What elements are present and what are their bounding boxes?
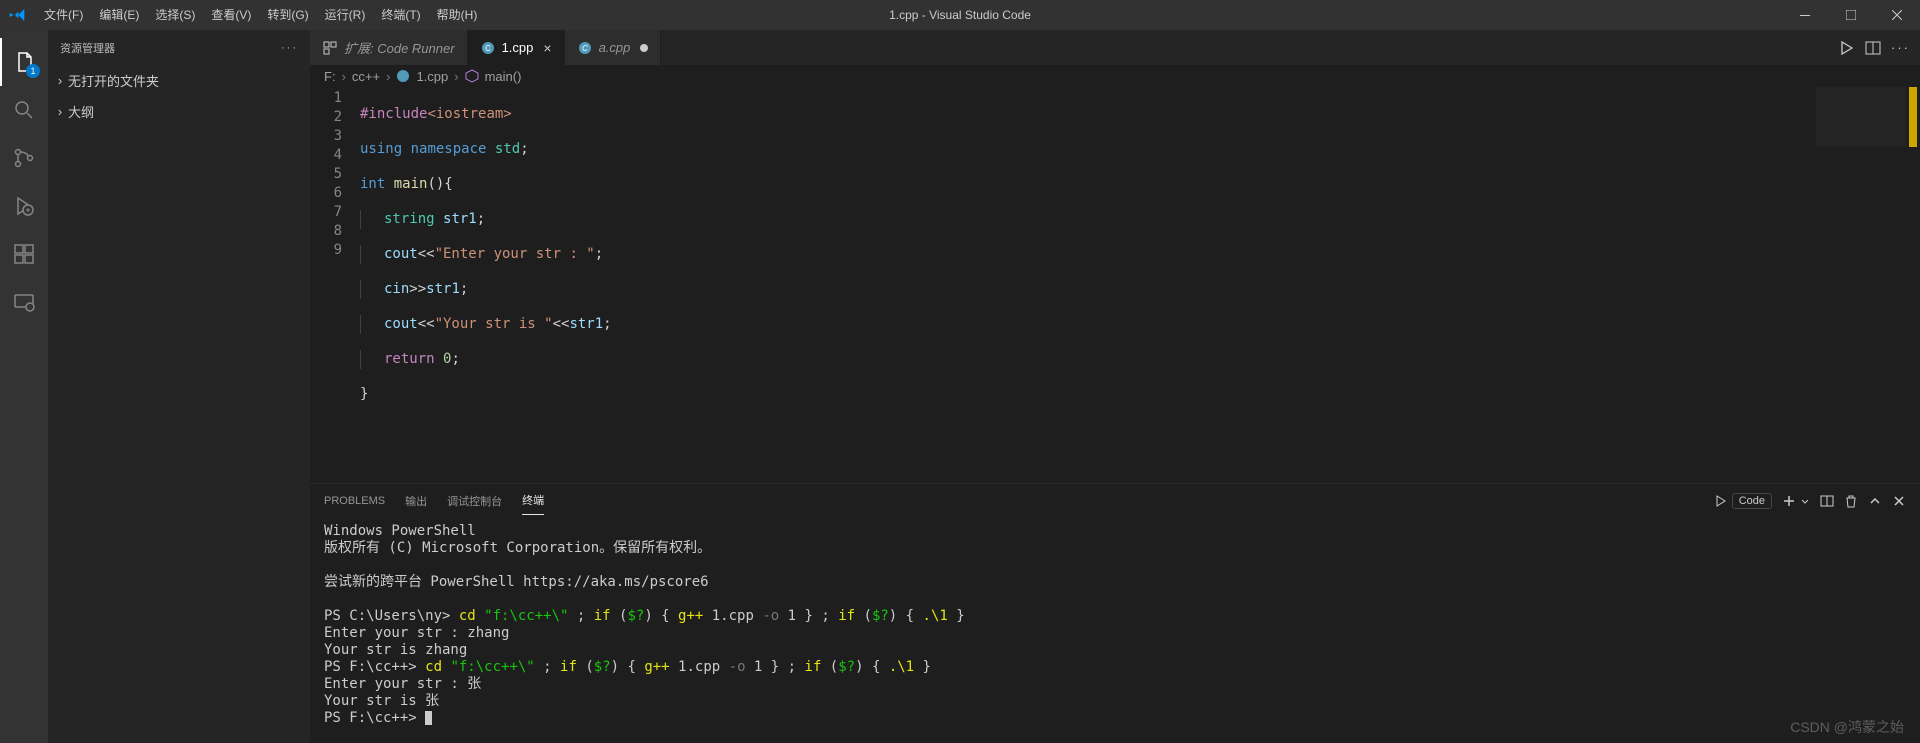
chevron-right-icon: ›: [454, 69, 458, 84]
tab-label: 1.cpp: [502, 40, 534, 55]
remote-icon[interactable]: [0, 278, 48, 326]
kill-terminal-icon[interactable]: [1844, 494, 1858, 508]
tab-label: 扩展: Code Runner: [344, 38, 455, 57]
cpp-file-icon: [396, 69, 410, 83]
sidebar-section-outline[interactable]: › 大纲: [48, 96, 310, 127]
sidebar-section-nofolder[interactable]: › 无打开的文件夹: [48, 65, 310, 96]
cpp-file-icon: C: [577, 40, 593, 56]
close-button[interactable]: [1874, 0, 1920, 30]
sidebar: 资源管理器 ··· › 无打开的文件夹 › 大纲: [48, 30, 310, 743]
tab-extension[interactable]: 扩展: Code Runner: [310, 30, 468, 65]
modified-dot-icon: [640, 44, 648, 52]
breadcrumb[interactable]: F: › cc++ › 1.cpp › main(): [310, 65, 1920, 87]
editor-area: 扩展: Code Runner C 1.cpp × C a.cpp ··· F:…: [310, 30, 1920, 743]
source-control-icon[interactable]: [0, 134, 48, 182]
cpp-file-icon: C: [480, 40, 496, 56]
main-area: 1 资源管理器 ··· › 无打开的文件夹: [0, 30, 1920, 743]
maximize-panel-icon[interactable]: [1868, 494, 1882, 508]
chevron-right-icon: ›: [52, 73, 68, 88]
menu-file[interactable]: 文件(F): [36, 0, 91, 30]
more-icon[interactable]: ···: [1891, 40, 1910, 55]
sidebar-title: 资源管理器: [60, 40, 115, 56]
breadcrumb-part[interactable]: 1.cpp: [416, 69, 448, 84]
method-icon: [465, 69, 479, 83]
explorer-badge: 1: [26, 64, 40, 78]
extensions-icon[interactable]: [0, 230, 48, 278]
editor-actions: ···: [1829, 30, 1920, 65]
menu-help[interactable]: 帮助(H): [429, 0, 486, 30]
menu-edit[interactable]: 编辑(E): [91, 0, 147, 30]
svg-text:C: C: [485, 44, 491, 53]
more-icon[interactable]: ···: [281, 42, 298, 54]
section-label: 无打开的文件夹: [68, 71, 159, 90]
panel-tab-output[interactable]: 输出: [405, 487, 427, 515]
menu-selection[interactable]: 选择(S): [147, 0, 203, 30]
search-icon[interactable]: [0, 86, 48, 134]
minimap[interactable]: [1816, 87, 1906, 187]
maximize-button[interactable]: [1828, 0, 1874, 30]
line-gutter: 123 456 789: [310, 87, 360, 483]
panel-tab-terminal[interactable]: 终端: [522, 486, 544, 515]
menu-go[interactable]: 转到(G): [259, 0, 316, 30]
panel-actions: Code: [1714, 493, 1906, 509]
watermark: CSDN @鸿蒙之始: [1790, 717, 1904, 737]
close-panel-icon[interactable]: [1892, 494, 1906, 508]
split-terminal-icon[interactable]: [1820, 494, 1834, 508]
titlebar: 文件(F) 编辑(E) 选择(S) 查看(V) 转到(G) 运行(R) 终端(T…: [0, 0, 1920, 30]
new-terminal-icon[interactable]: [1782, 494, 1810, 508]
panel-tab-debugconsole[interactable]: 调试控制台: [447, 487, 502, 515]
terminal-content[interactable]: Windows PowerShell 版权所有 (C) Microsoft Co…: [310, 517, 1920, 743]
breadcrumb-part[interactable]: cc++: [352, 69, 380, 84]
svg-text:C: C: [582, 44, 588, 53]
tab-acpp[interactable]: C a.cpp: [565, 30, 662, 65]
breadcrumb-part[interactable]: main(): [485, 69, 522, 84]
menu-terminal[interactable]: 终端(T): [373, 0, 428, 30]
run-icon[interactable]: [1839, 40, 1855, 56]
extension-tab-icon: [322, 40, 338, 56]
chevron-right-icon: ›: [386, 69, 390, 84]
panel-tabs: PROBLEMS 输出 调试控制台 终端 Code: [310, 484, 1920, 517]
chevron-right-icon: ›: [342, 69, 346, 84]
vscode-logo-icon: [8, 6, 26, 24]
close-icon[interactable]: ×: [543, 40, 551, 56]
chevron-right-icon: ›: [52, 104, 68, 119]
window-title: 1.cpp - Visual Studio Code: [889, 8, 1031, 22]
editor-tabs: 扩展: Code Runner C 1.cpp × C a.cpp ···: [310, 30, 1920, 65]
menu-run[interactable]: 运行(R): [317, 0, 374, 30]
menu-view[interactable]: 查看(V): [203, 0, 259, 30]
activity-bar: 1: [0, 30, 48, 743]
split-icon[interactable]: [1865, 40, 1881, 56]
code-content[interactable]: #include<iostream> using namespace std; …: [360, 87, 612, 483]
code-editor[interactable]: 123 456 789 #include<iostream> using nam…: [310, 87, 1920, 483]
minimize-button[interactable]: [1782, 0, 1828, 30]
section-label: 大纲: [68, 102, 94, 121]
run-debug-icon[interactable]: [0, 182, 48, 230]
menu-bar: 文件(F) 编辑(E) 选择(S) 查看(V) 转到(G) 运行(R) 终端(T…: [36, 0, 485, 30]
sidebar-header: 资源管理器 ···: [48, 30, 310, 65]
window-controls: [1782, 0, 1920, 30]
tab-label: a.cpp: [599, 40, 631, 55]
tab-1cpp[interactable]: C 1.cpp ×: [468, 30, 565, 65]
explorer-icon[interactable]: 1: [0, 38, 48, 86]
launch-profile[interactable]: Code: [1714, 493, 1772, 509]
terminal-cursor: [425, 711, 432, 725]
overview-ruler[interactable]: [1906, 87, 1920, 483]
breadcrumb-part[interactable]: F:: [324, 69, 336, 84]
panel: PROBLEMS 输出 调试控制台 终端 Code Windows PowerS…: [310, 483, 1920, 743]
panel-tab-problems[interactable]: PROBLEMS: [324, 489, 385, 513]
